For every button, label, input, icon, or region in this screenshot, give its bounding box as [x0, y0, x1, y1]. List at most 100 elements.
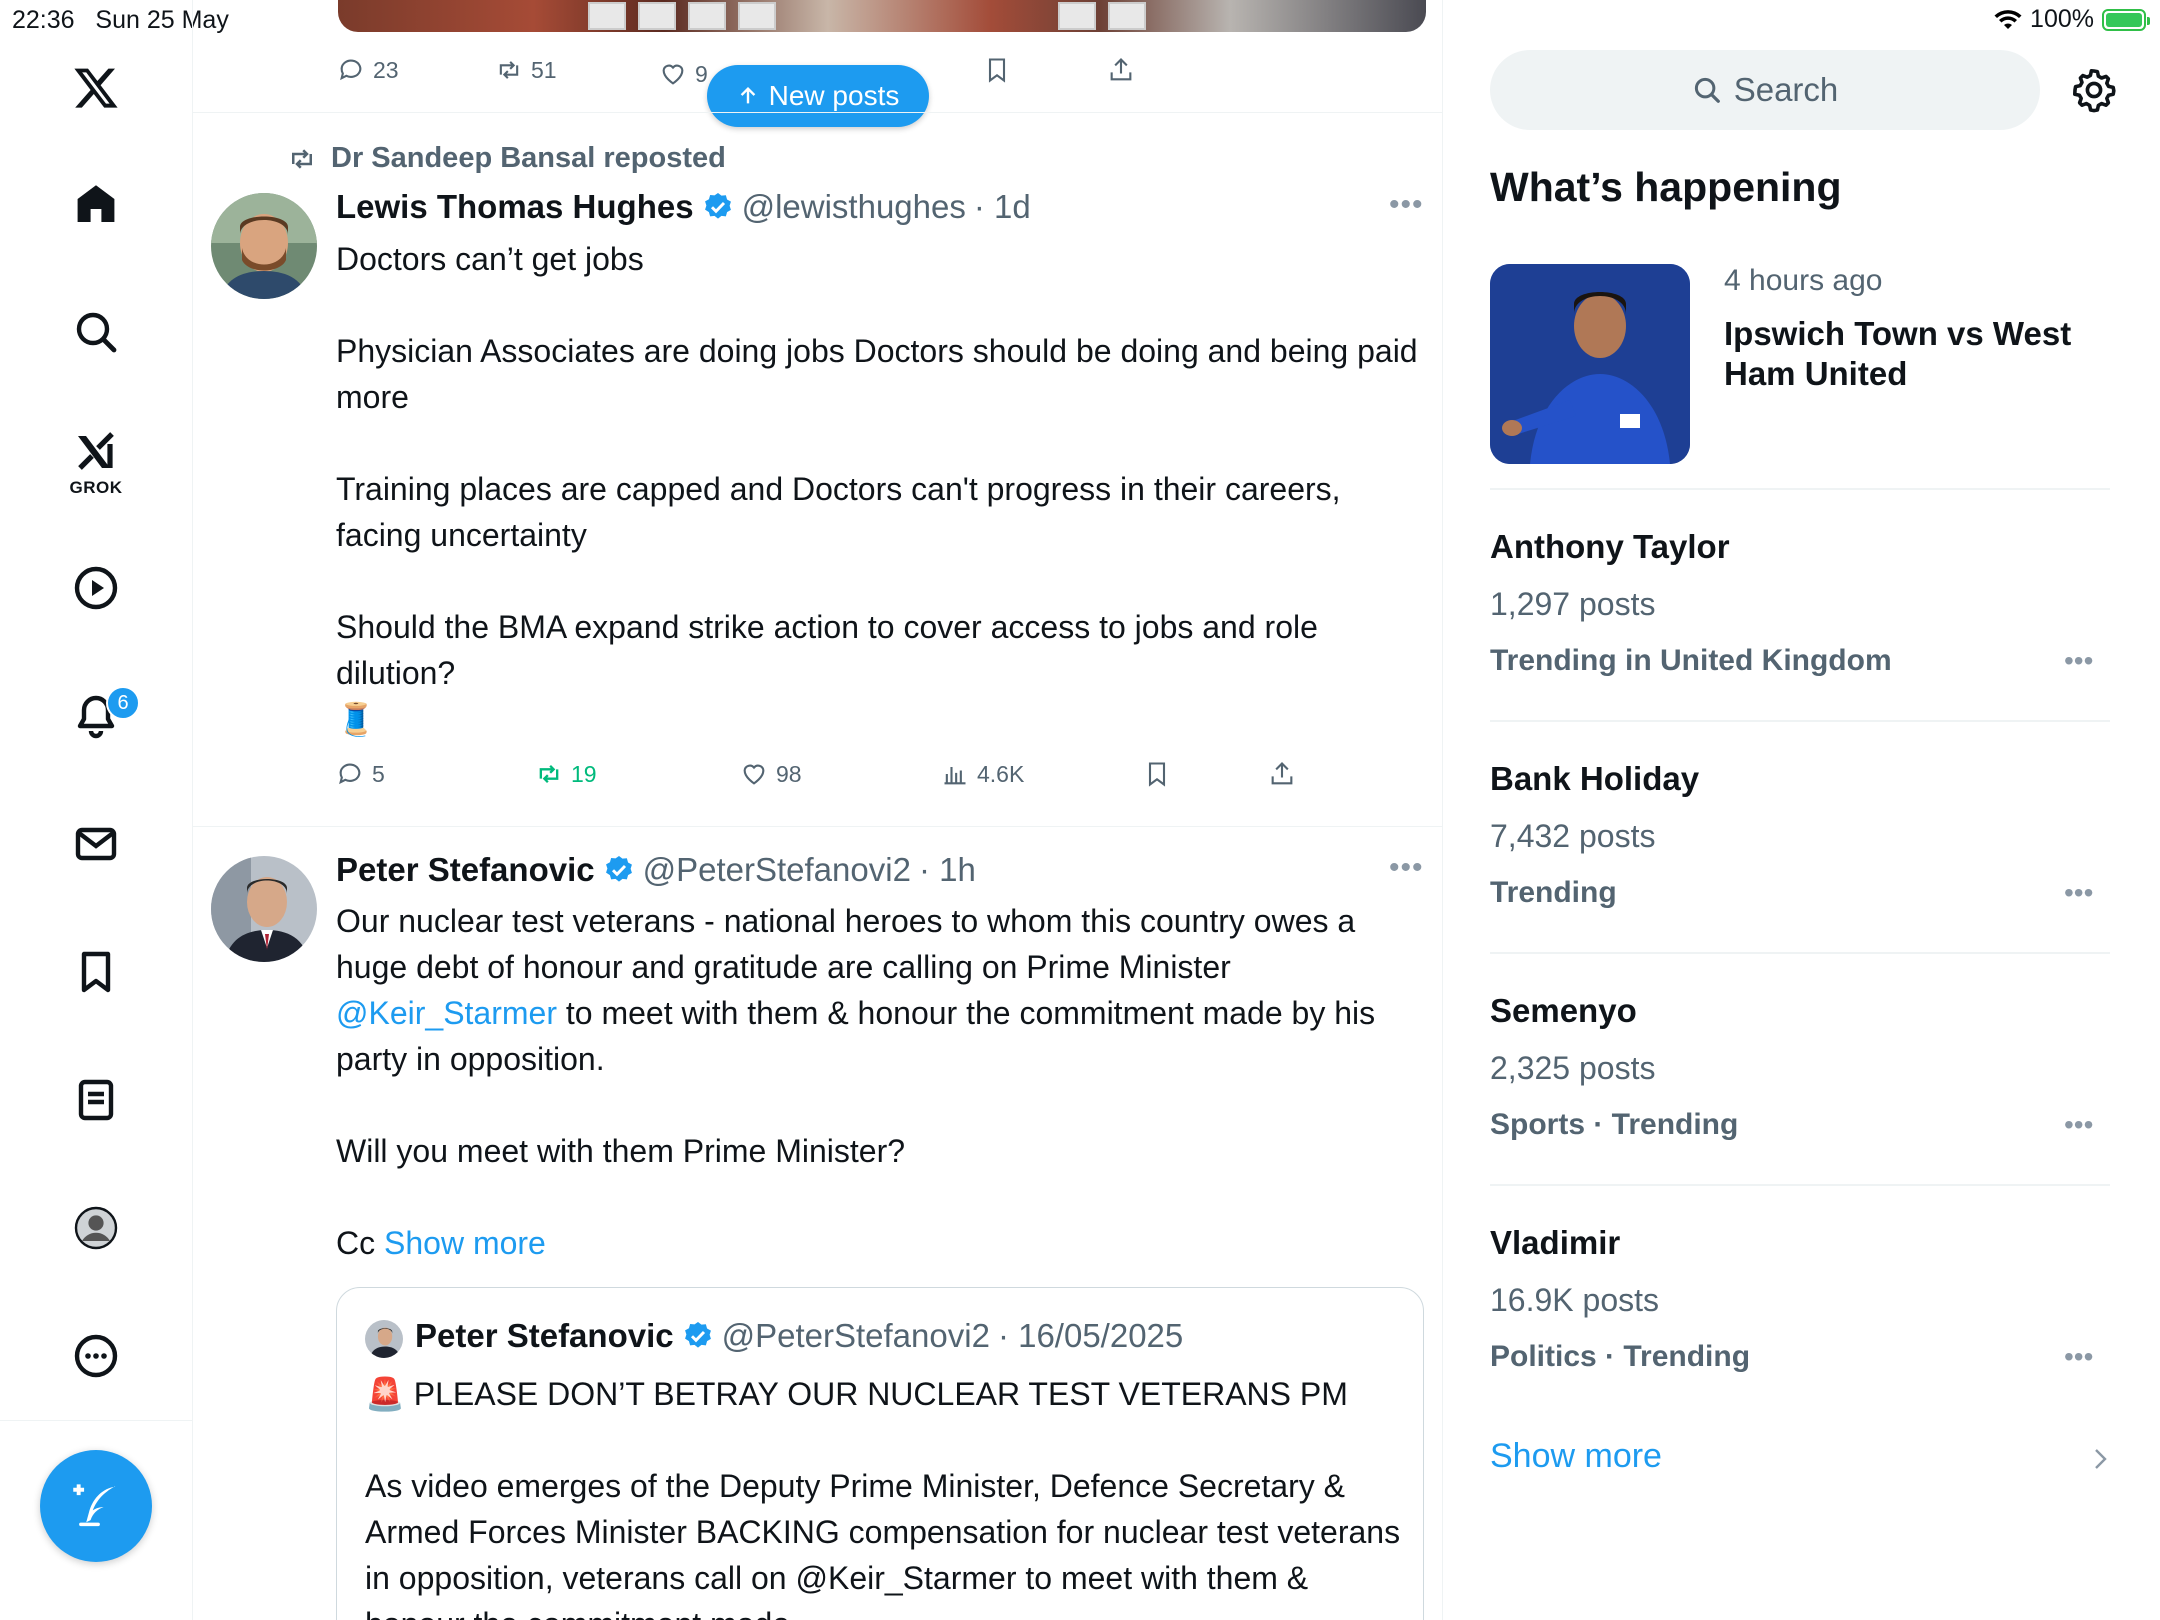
heart-icon	[743, 764, 765, 785]
repost-context[interactable]: Dr Sandeep Bansal reposted	[285, 142, 726, 175]
more-icon[interactable]	[70, 1330, 122, 1382]
share-icon	[1110, 58, 1132, 81]
avatar[interactable]	[211, 193, 317, 299]
reply-button[interactable]: 23	[337, 56, 399, 84]
show-more-link[interactable]: Show more	[384, 1225, 546, 1261]
lists-icon[interactable]	[70, 1074, 122, 1126]
search-placeholder: Search	[1733, 71, 1839, 108]
repost-icon	[539, 765, 559, 783]
trend-count: 2,325 posts	[1490, 1050, 1656, 1086]
trend-title[interactable]: Vladimir	[1490, 1224, 1620, 1262]
author-name[interactable]: Lewis Thomas Hughes	[336, 188, 694, 226]
previous-post-image[interactable]	[338, 0, 1426, 32]
grok-label: GROK	[69, 478, 123, 497]
bookmark-icon	[988, 58, 1006, 83]
arrow-up-icon	[740, 86, 755, 104]
battery-percent: 100%	[2030, 5, 2094, 33]
reply-icon	[339, 763, 361, 785]
trend-title[interactable]: Anthony Taylor	[1490, 528, 1730, 566]
heart-icon	[662, 64, 684, 85]
trend-meta: Trending	[1490, 876, 1617, 909]
repost-count: 51	[531, 56, 557, 83]
post-more-button[interactable]: •••	[1389, 851, 1424, 885]
trend-count: 7,432 posts	[1490, 818, 1656, 854]
featured-trend-time: 4 hours ago	[1724, 264, 1883, 297]
quote-author-handle: @PeterStefanovi2	[721, 1317, 990, 1354]
new-posts-pill[interactable]: New posts	[707, 65, 929, 127]
trend-divider	[1490, 1184, 2110, 1186]
trend-more-button[interactable]: •••	[2064, 1341, 2093, 1373]
repost-small-icon	[292, 148, 312, 169]
status-indicators: 100%	[1994, 5, 2150, 34]
trend-more-button[interactable]: •••	[2064, 645, 2093, 677]
x-logo-icon[interactable]	[70, 62, 122, 114]
chevron-right-icon[interactable]	[2088, 1444, 2112, 1474]
quote-author-name: Peter Stefanovic	[415, 1317, 674, 1354]
messages-icon[interactable]	[70, 818, 122, 870]
trend-meta: Trending in United Kingdom	[1490, 644, 1892, 677]
trend-divider	[1490, 488, 2110, 490]
views-chart-icon	[944, 767, 966, 785]
post-divider	[193, 112, 1442, 113]
settings-button[interactable]	[2070, 66, 2118, 114]
search-icon	[1694, 77, 1720, 103]
quoted-post[interactable]: Peter Stefanovic @PeterStefanovi2 · 16/0…	[336, 1287, 1424, 1620]
author-name[interactable]: Peter Stefanovic	[336, 851, 595, 889]
search-icon[interactable]	[70, 306, 122, 358]
grok-icon[interactable]	[70, 426, 122, 478]
trend-title[interactable]: Bank Holiday	[1490, 760, 1699, 798]
featured-trend-headline: Ipswich Town vs West Ham United	[1724, 315, 2072, 392]
compose-button[interactable]	[40, 1450, 152, 1562]
section-heading: What’s happening	[1490, 164, 1842, 210]
repost-button[interactable]: 51	[495, 56, 557, 84]
reply-button[interactable]: 5	[336, 760, 385, 788]
views-button[interactable]: 4.6K	[941, 760, 1024, 788]
compose-icon	[73, 1484, 116, 1527]
verified-badge-icon	[605, 856, 632, 882]
share-button[interactable]	[1107, 56, 1135, 84]
mention-link[interactable]: @Keir_Starmer	[336, 995, 557, 1031]
author-handle[interactable]: @lewisthughes	[742, 188, 966, 226]
nav-divider	[0, 1420, 192, 1421]
like-button[interactable]: 9	[659, 60, 708, 88]
author-handle[interactable]: @PeterStefanovi2	[643, 851, 911, 889]
post-more-button[interactable]: •••	[1389, 188, 1424, 222]
share-button[interactable]	[1268, 760, 1296, 788]
post-time: · 1h	[918, 851, 976, 888]
trend-count: 16.9K posts	[1490, 1282, 1659, 1318]
trend-more-button[interactable]: •••	[2064, 1109, 2093, 1141]
quote-body: As video emerges of the Deputy Prime Min…	[365, 1468, 1401, 1620]
timeline: 23 51 9 New posts Dr Sandeep Bansal repo…	[193, 0, 1443, 1620]
share-icon	[1271, 762, 1293, 785]
profile-icon[interactable]	[70, 1202, 122, 1254]
avatar[interactable]	[211, 856, 317, 962]
post-time: · 1d	[973, 188, 1031, 225]
siren-emoji: 🚨	[365, 1376, 405, 1412]
bookmark-button[interactable]	[1143, 760, 1171, 788]
trend-meta: Politics · Trending	[1490, 1340, 1751, 1373]
trend-more-button[interactable]: •••	[2064, 877, 2093, 909]
repost-button[interactable]: 19	[535, 760, 597, 788]
quote-date: · 16/05/2025	[997, 1317, 1184, 1354]
bookmarks-icon[interactable]	[70, 946, 122, 998]
search-input[interactable]: Search	[1490, 50, 2040, 130]
bookmark-button[interactable]	[983, 56, 1011, 84]
featured-trend[interactable]: 4 hours ago Ipswich Town vs West Ham Uni…	[1724, 264, 2104, 394]
like-button[interactable]: 98	[740, 760, 802, 788]
home-icon[interactable]	[70, 178, 122, 230]
trend-meta: Sports · Trending	[1490, 1108, 1739, 1141]
like-count: 9	[695, 60, 708, 87]
reply-count: 23	[373, 56, 399, 83]
left-nav: GROK 6	[0, 0, 193, 1620]
quote-headline: 🚨 PLEASE DON’T BETRAY OUR NUCLEAR TEST V…	[365, 1371, 1405, 1417]
post-header: Peter Stefanovic @PeterStefanovi2 · 1h	[336, 851, 976, 889]
trend-thumbnail[interactable]	[1490, 264, 1690, 464]
video-icon[interactable]	[70, 562, 122, 614]
repost-count: 19	[571, 760, 597, 787]
new-posts-label: New posts	[768, 80, 900, 111]
quote-header: Peter Stefanovic @PeterStefanovi2 · 16/0…	[415, 1317, 1183, 1355]
trend-title[interactable]: Semenyo	[1490, 992, 1637, 1030]
reply-icon	[340, 59, 362, 81]
thread-emoji: 🧵	[336, 701, 376, 737]
show-more-trends-link[interactable]: Show more	[1490, 1437, 1662, 1476]
